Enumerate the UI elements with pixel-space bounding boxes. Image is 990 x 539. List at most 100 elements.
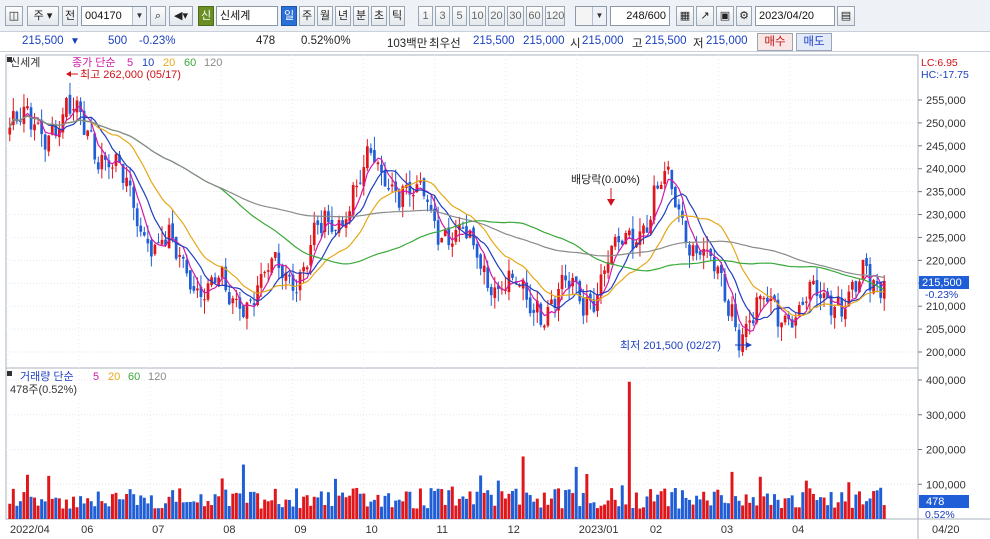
volume-bar	[220, 478, 224, 519]
volume-bar	[564, 490, 568, 519]
period-tab-5[interactable]: 초	[371, 6, 387, 26]
volume-bar	[553, 489, 557, 519]
interval-button-2[interactable]: 5	[452, 6, 467, 26]
volume-bar	[450, 486, 454, 519]
interval-button-1[interactable]: 3	[435, 6, 450, 26]
volume-bar	[677, 508, 681, 519]
chevron-down-icon[interactable]: ▼	[132, 7, 146, 25]
chevron-down-icon[interactable]: ▼	[592, 7, 606, 25]
candle-body	[192, 286, 196, 291]
volume-bar	[231, 493, 235, 519]
candle-body	[482, 265, 486, 272]
stock-name-field[interactable]: 신세계	[216, 6, 278, 26]
trend-icon[interactable]: ↗	[696, 6, 714, 26]
volume-bar	[79, 496, 83, 519]
period-tab-3[interactable]: 년	[335, 6, 351, 26]
volume-bar	[691, 504, 695, 519]
candle-body	[259, 274, 263, 288]
save-icon[interactable]: ▣	[716, 6, 734, 26]
interval-button-3[interactable]: 10	[469, 6, 486, 26]
price-tick-label: 240,000	[926, 164, 966, 176]
volume-bar	[348, 495, 352, 519]
volume-bar	[11, 488, 15, 519]
volume-bar	[217, 496, 221, 519]
x-tick-label: 03	[721, 524, 733, 536]
volume-bar	[528, 495, 532, 519]
candle-body	[196, 288, 199, 291]
interval-button-7[interactable]: 120	[545, 6, 565, 26]
volume-bar	[642, 507, 645, 519]
buy-button[interactable]: 매수	[757, 33, 793, 51]
prefix-button[interactable]: 전	[62, 6, 78, 26]
candle-body	[160, 239, 164, 245]
candle-body	[663, 171, 667, 185]
count-field[interactable]: 248/600	[610, 6, 670, 26]
search-icon[interactable]: ⌕	[150, 6, 166, 26]
price-tick-label: 205,000	[926, 324, 966, 336]
volume-bar	[440, 489, 444, 519]
candle-body	[153, 244, 157, 255]
grid-icon[interactable]: ▦	[676, 6, 694, 26]
volume-bar	[139, 495, 143, 519]
candle-body	[698, 251, 702, 255]
candle-body	[36, 122, 40, 124]
volume-bar	[454, 505, 458, 519]
period-tab-6[interactable]: 틱	[389, 6, 405, 26]
interval-button-4[interactable]: 20	[488, 6, 505, 26]
ma10-legend: 10	[142, 57, 154, 69]
speaker-icon[interactable]: ◀▾	[169, 6, 193, 26]
market-select[interactable]: 주 ▾	[27, 6, 59, 26]
volume-bar	[344, 497, 348, 519]
high-value: 215,500	[645, 35, 687, 47]
sell-button[interactable]: 매도	[796, 33, 832, 51]
candle-body	[26, 106, 29, 109]
volume-bar	[333, 478, 337, 519]
best-ask: 215,500	[473, 35, 515, 47]
candle-body	[139, 225, 143, 232]
candle-body	[150, 240, 153, 257]
interval-button-0[interactable]: 1	[418, 6, 433, 26]
trade-amount: 103백만	[387, 38, 428, 50]
volume-bar	[174, 501, 178, 519]
candle-body	[426, 199, 429, 202]
candle-body	[461, 227, 465, 229]
vol-ma120-legend: 120	[148, 371, 166, 383]
volume-bar	[100, 501, 104, 519]
candle-body	[89, 130, 93, 132]
volume-bar	[479, 475, 483, 519]
interval-button-5[interactable]: 30	[507, 6, 524, 26]
gear-icon[interactable]: ⚙	[736, 6, 752, 26]
date-field[interactable]: 2023/04/20	[755, 6, 835, 26]
volume-bar	[857, 491, 861, 519]
stock-code-input[interactable]: 004170 ▼	[81, 6, 147, 26]
volume-bar	[826, 505, 830, 519]
candle-body	[263, 272, 267, 274]
volume-bar	[599, 505, 603, 519]
calendar-icon[interactable]: ▤	[837, 6, 855, 26]
volume-bar	[203, 506, 206, 519]
chart-type-icon[interactable]: ◫	[5, 6, 23, 26]
volume-bar	[865, 501, 869, 519]
candle-body	[100, 155, 104, 170]
volume-bar	[224, 489, 228, 519]
candle-body	[780, 322, 783, 328]
period-tab-4[interactable]: 분	[353, 6, 369, 26]
candle-body	[822, 293, 826, 299]
volume-bar	[500, 491, 504, 519]
volume-bar	[195, 502, 199, 519]
period-tab-0[interactable]: 일	[281, 6, 297, 26]
volume-bar	[560, 508, 564, 519]
volume-bar	[585, 474, 589, 519]
period-tab-1[interactable]: 주	[299, 6, 315, 26]
candle-body	[316, 220, 320, 225]
volume-bar	[535, 498, 539, 519]
volume-bar	[843, 501, 847, 519]
volume-bar	[525, 492, 529, 519]
interval-button-6[interactable]: 60	[526, 6, 543, 26]
period-tab-2[interactable]: 월	[317, 6, 333, 26]
candle-body	[659, 184, 663, 189]
volume-bar	[312, 496, 316, 519]
candle-body	[695, 245, 698, 254]
volume-bar	[167, 496, 171, 519]
interval-custom-input[interactable]: ▼	[575, 6, 607, 26]
